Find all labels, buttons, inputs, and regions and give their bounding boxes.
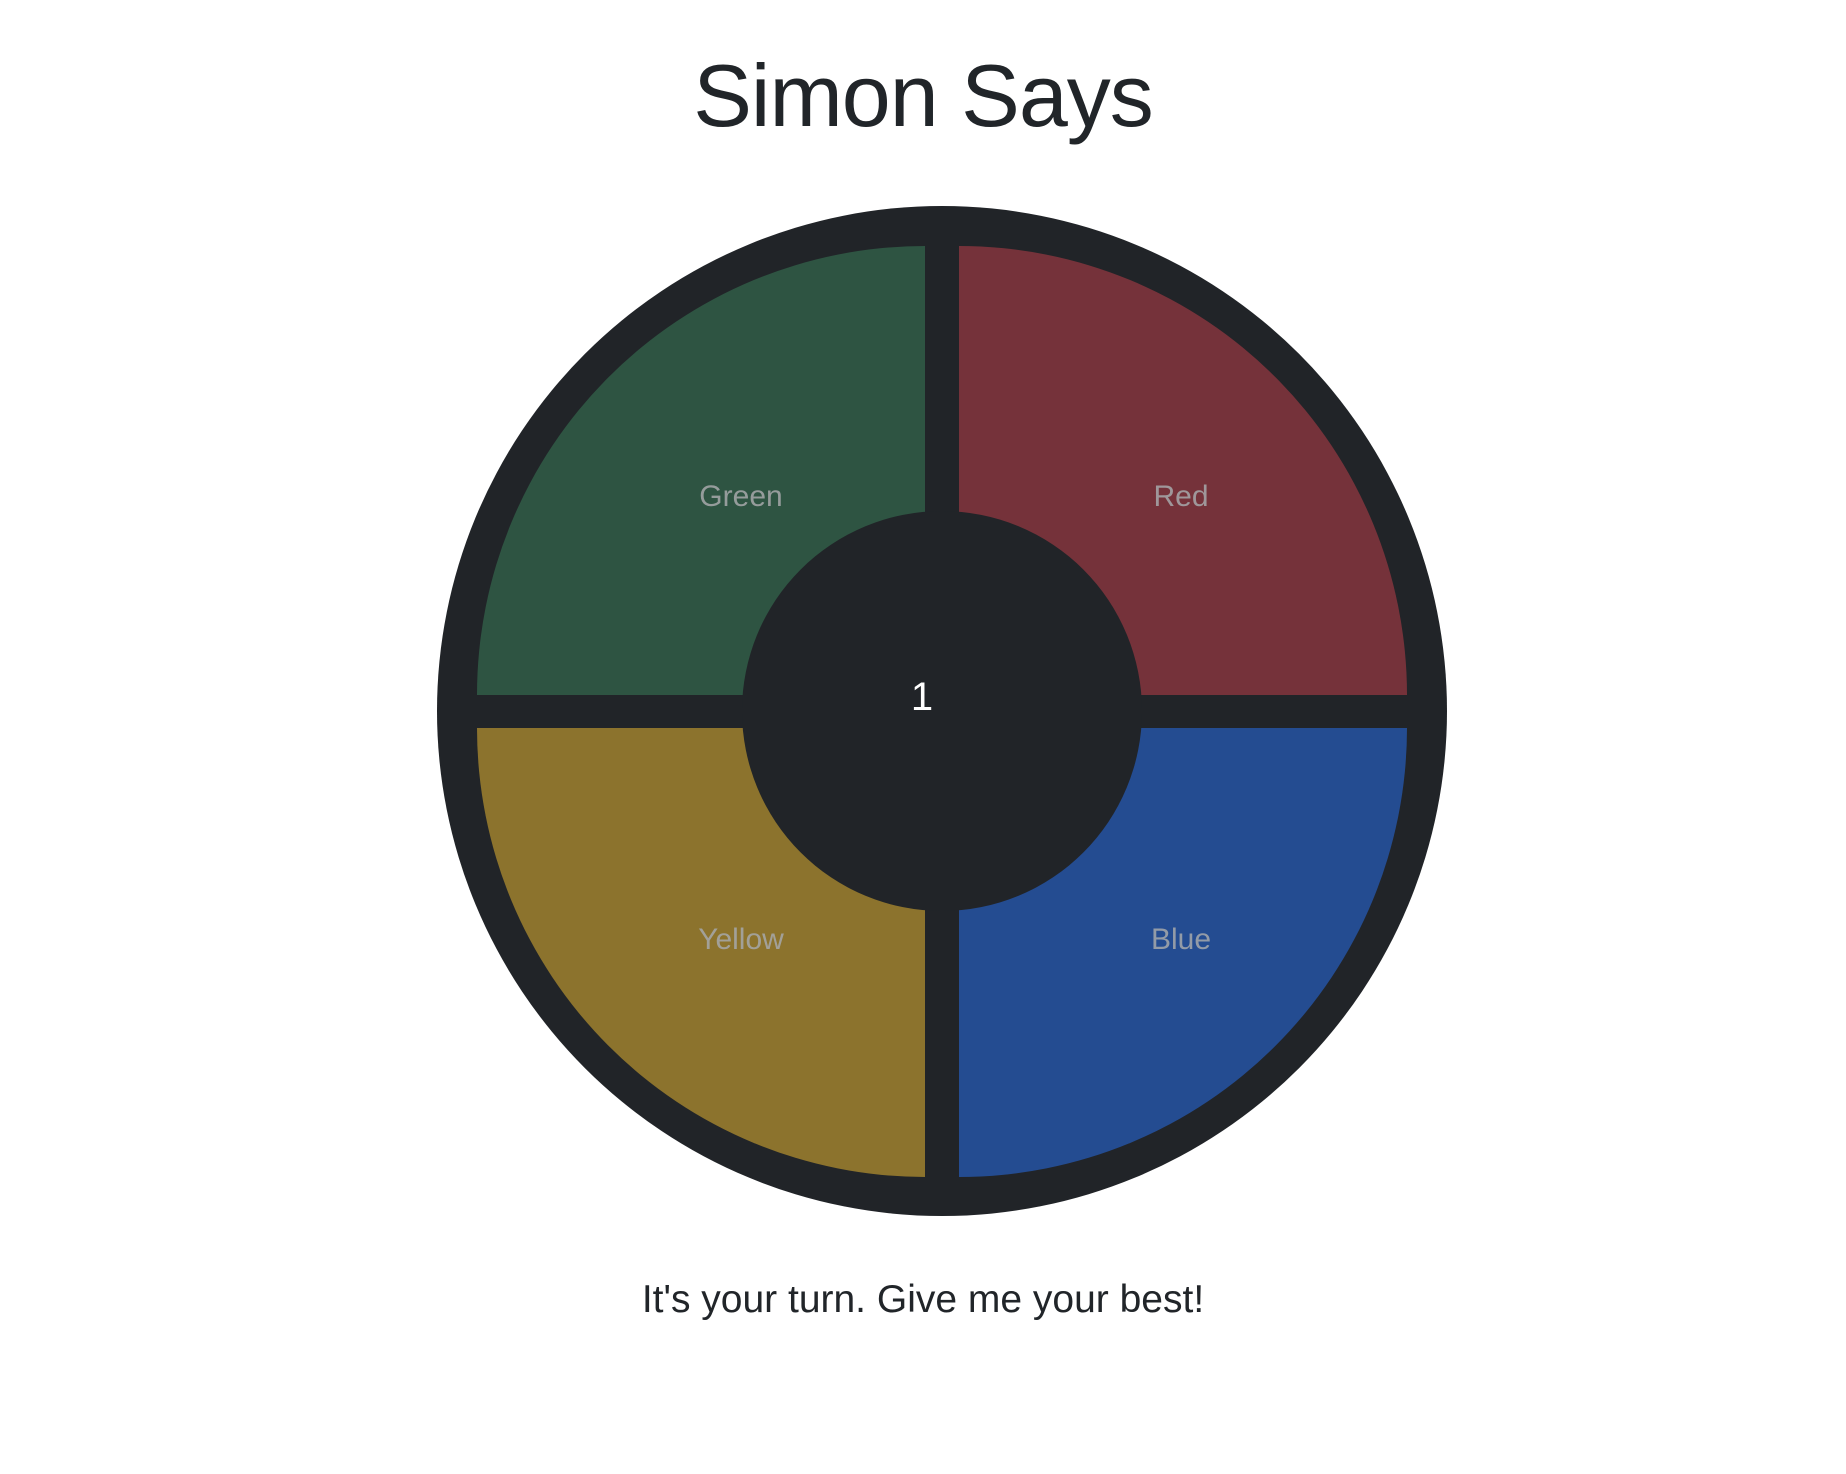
center-hub: 1 (742, 511, 1142, 911)
status-message: It's your turn. Give me your best! (641, 1278, 1205, 1321)
round-counter: 1 (910, 674, 934, 719)
green-pad-label: Green (699, 480, 783, 513)
simon-board: Green Red Yellow Blue 1 (437, 206, 1447, 1216)
red-pad-label: Red (1153, 480, 1209, 513)
blue-pad-label: Blue (1150, 923, 1212, 956)
page-title: Simon Says (693, 46, 1154, 145)
yellow-pad-label: Yellow (698, 923, 784, 956)
